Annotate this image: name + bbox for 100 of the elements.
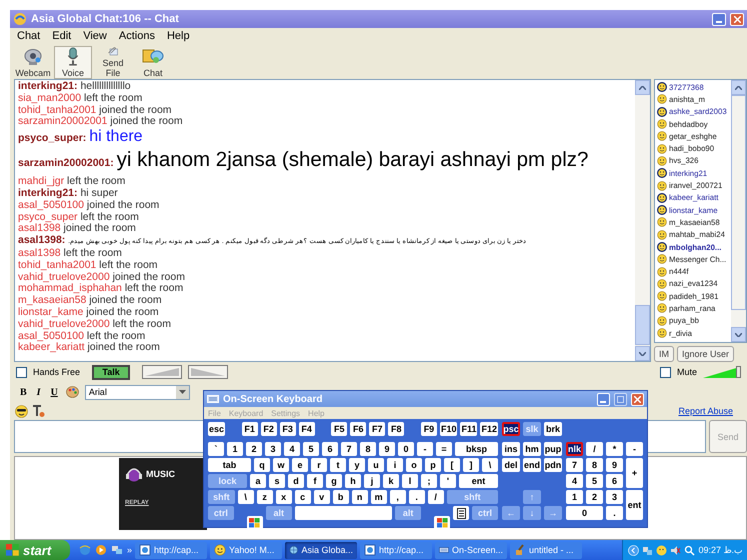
menu-key[interactable] [453,506,470,520]
key[interactable]: 7 [341,442,357,456]
key[interactable]: 0 [398,442,414,456]
key[interactable]: [ [444,458,460,472]
text-style-icon[interactable] [32,404,45,418]
key[interactable]: 1 [566,490,583,504]
key[interactable]: nlk [566,442,583,456]
key[interactable]: F10 [440,422,458,436]
key[interactable]: m [370,490,387,504]
windows-key[interactable] [246,516,263,530]
close-button[interactable] [631,392,644,406]
key[interactable]: a [250,474,266,488]
close-button[interactable] [730,12,744,26]
key[interactable]: 5 [586,474,603,488]
smiley-icon[interactable] [656,544,668,556]
menu-item[interactable]: Actions [118,30,155,42]
user-link[interactable]: asal_5050100 [18,330,84,342]
key[interactable]: q [254,458,270,472]
key[interactable]: 6 [606,474,623,488]
key[interactable]: F7 [369,422,386,436]
key[interactable]: F12 [480,422,498,436]
menu-item[interactable]: Edit [52,30,72,42]
key[interactable]: F8 [388,422,404,436]
key[interactable]: o [406,458,422,472]
talk-button[interactable]: Talk [92,364,130,380]
maximize-button[interactable] [614,392,627,406]
key[interactable]: 2 [246,442,262,456]
taskbar-button[interactable]: Yahoo! M... [210,542,282,558]
key[interactable]: hm [523,442,541,456]
key[interactable]: ` [208,442,224,456]
user-link[interactable]: sarzamin20002001 [18,115,108,128]
key[interactable]: pup [544,442,562,456]
key[interactable]: tab [208,458,251,472]
key[interactable]: b [332,490,349,504]
key[interactable]: p [425,458,441,472]
key[interactable]: r [311,458,327,472]
key[interactable]: . [408,490,425,504]
key[interactable]: ' [440,474,456,488]
key[interactable]: 9 [379,442,395,456]
key[interactable]: e [292,458,308,472]
user-action-button[interactable]: Ignore User [677,346,734,362]
key[interactable]: pdn [544,458,562,472]
scrollbar[interactable] [731,80,746,342]
key[interactable]: u [368,458,384,472]
key[interactable]: - [626,442,643,456]
scrollbar[interactable] [635,80,650,361]
taskbar-button[interactable]: http://cap... [360,542,432,558]
key[interactable]: F2 [260,422,277,436]
key[interactable]: bksp [455,442,498,456]
key[interactable]: 0 [566,506,603,520]
key[interactable]: n [352,490,368,504]
key[interactable]: del [502,458,520,472]
key[interactable]: ins [502,442,520,456]
key[interactable]: 3 [265,442,281,456]
taskbar-button[interactable]: http://cap... [135,542,208,558]
key[interactable]: 6 [322,442,338,456]
more-icon[interactable]: » [127,545,132,555]
key[interactable]: 9 [606,458,623,472]
key[interactable]: / [428,490,444,504]
italic-button[interactable]: I [34,386,43,398]
user-link[interactable]: kabeer_kariatt [18,341,85,354]
key[interactable]: F6 [350,422,366,436]
volume-slider[interactable] [703,366,743,378]
key[interactable]: ] [463,458,479,472]
report-abuse-link[interactable]: Report Abuse [678,406,733,416]
key[interactable]: 8 [586,458,603,472]
toolbar-button[interactable]: Voice [54,46,92,79]
palette-icon[interactable] [66,386,79,398]
menu-item[interactable]: Chat [17,30,40,42]
user-link[interactable]: m_kasaeian58 [18,294,86,306]
underline-button[interactable]: U [48,386,60,398]
user-link[interactable]: mahdi_jgr [18,175,64,188]
user-link[interactable]: asal1398 [18,222,61,234]
key[interactable]: 4 [284,442,300,456]
key[interactable]: 1 [227,442,243,456]
key[interactable]: + [626,458,643,488]
minimize-button[interactable] [597,392,610,406]
key[interactable]: end [523,458,541,472]
key[interactable]: ent [459,474,498,488]
speaker-icon[interactable] [670,544,682,556]
user-link[interactable]: asal1398 [18,246,61,259]
network-icon[interactable] [642,544,654,556]
key[interactable]: g [326,474,342,488]
checkbox[interactable] [660,366,671,378]
key[interactable]: c [294,490,311,504]
media-player-icon[interactable] [95,544,107,556]
key[interactable]: esc [208,422,226,436]
key[interactable]: * [606,442,623,456]
taskbar-button[interactable]: On-Screen... [435,542,508,558]
key[interactable]: ; [421,474,437,488]
user-link[interactable]: sia_man2000 [18,92,82,104]
key[interactable]: 4 [566,474,583,488]
scroll-thumb[interactable] [635,305,650,345]
key[interactable]: , [390,490,406,504]
key[interactable]: k [383,474,399,488]
key[interactable]: F1 [242,422,258,436]
key[interactable]: 5 [303,442,319,456]
key[interactable]: y [349,458,365,472]
key[interactable]: . [606,506,623,520]
key[interactable]: x [276,490,292,504]
